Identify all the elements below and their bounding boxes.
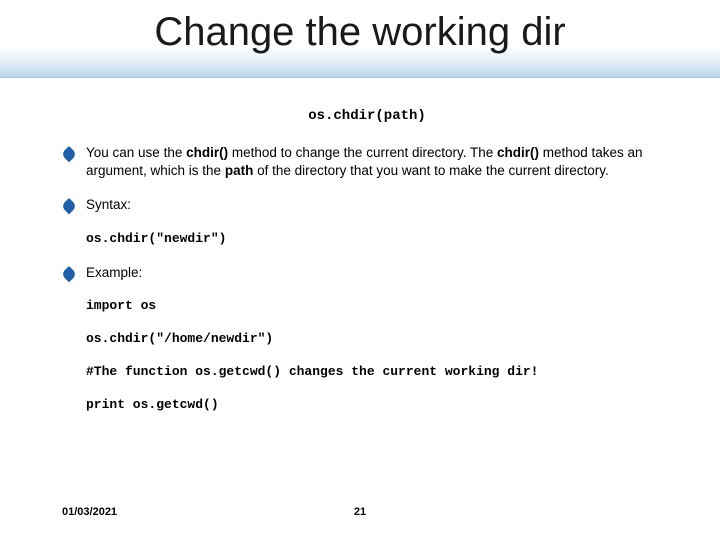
bullet-text: Syntax: (86, 196, 672, 214)
code-example-line: print os.getcwd() (86, 397, 672, 412)
bullet-text: Example: (86, 264, 672, 282)
diamond-bullet-icon (62, 198, 76, 214)
bullet-item: Example: (62, 264, 672, 282)
diamond-bullet-icon (62, 266, 76, 282)
slide-title: Change the working dir (0, 10, 720, 55)
code-example-line: #The function os.getcwd() changes the cu… (86, 364, 672, 379)
method-signature: os.chdir(path) (62, 108, 672, 124)
bullet-text: You can use the chdir() method to change… (86, 144, 672, 180)
code-example-line: import os (86, 298, 672, 313)
slide-content: os.chdir(path) You can use the chdir() m… (62, 108, 672, 430)
code-syntax: os.chdir("newdir") (86, 231, 672, 246)
code-example-line: os.chdir("/home/newdir") (86, 331, 672, 346)
footer-page-number: 21 (0, 506, 720, 518)
bullet-item: Syntax: (62, 196, 672, 214)
bullet-item: You can use the chdir() method to change… (62, 144, 672, 180)
diamond-bullet-icon (62, 146, 76, 162)
